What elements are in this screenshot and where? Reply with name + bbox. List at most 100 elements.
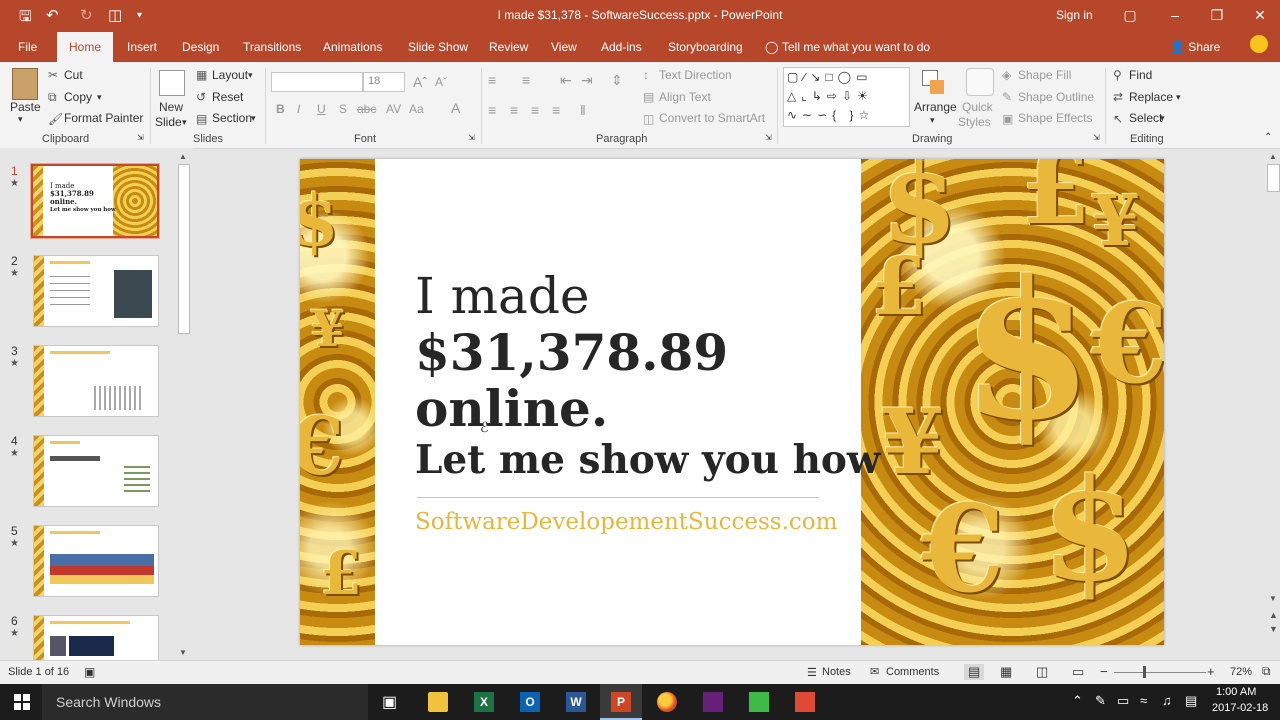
share-button[interactable]: 👤 Share: [1170, 40, 1220, 54]
windows-search-box[interactable]: Search Windows: [42, 684, 368, 720]
copy-dropdown-icon[interactable]: ▾: [97, 92, 102, 103]
drawing-launcher-icon[interactable]: ⇲: [1093, 133, 1100, 142]
visual-studio-icon[interactable]: [703, 692, 723, 712]
numbering-icon[interactable]: ≡: [522, 72, 530, 88]
select-dropdown-icon[interactable]: ▾: [1160, 113, 1165, 124]
tab-slideshow[interactable]: Slide Show: [408, 40, 468, 54]
tab-animations[interactable]: Animations: [323, 40, 382, 54]
text-shadow-icon[interactable]: S: [339, 102, 347, 116]
section-dropdown-icon[interactable]: ▾: [251, 113, 256, 124]
camtasia-icon[interactable]: [749, 692, 769, 712]
paste-dropdown-icon[interactable]: ▾: [18, 114, 23, 125]
align-right-icon[interactable]: ≡: [531, 102, 539, 118]
columns-icon[interactable]: ‖: [580, 102, 586, 118]
tab-view[interactable]: View: [551, 40, 577, 54]
layout-dropdown-icon[interactable]: ▾: [248, 70, 253, 81]
slide-thumbnail-5[interactable]: [33, 525, 159, 597]
align-center-icon[interactable]: ≡: [510, 102, 518, 118]
shape-fill-button[interactable]: Shape Fill: [1018, 68, 1071, 82]
clock-date[interactable]: 2017-02-18: [1212, 702, 1268, 714]
camtasia-recorder-icon[interactable]: [795, 692, 815, 712]
replace-dropdown-icon[interactable]: ▾: [1176, 92, 1181, 103]
tab-home[interactable]: Home: [57, 32, 114, 62]
scrollbar-thumb[interactable]: [178, 164, 190, 334]
tab-review[interactable]: Review: [489, 40, 528, 54]
scroll-up-icon[interactable]: ▲: [1269, 152, 1277, 161]
convert-smartart-button[interactable]: Convert to SmartArt: [659, 111, 765, 125]
slide-thumbnail-3[interactable]: [33, 345, 159, 417]
pen-icon[interactable]: ✎: [1095, 693, 1106, 709]
format-painter-button[interactable]: Format Painter: [64, 111, 143, 125]
font-name-combo[interactable]: [271, 72, 363, 92]
new-slide-icon[interactable]: [159, 70, 185, 96]
file-explorer-icon[interactable]: [428, 692, 448, 712]
bold-icon[interactable]: B: [276, 102, 285, 116]
increase-font-size-icon[interactable]: Aˆ: [413, 74, 427, 90]
arrange-button[interactable]: Arrange: [914, 100, 957, 114]
quick-styles-icon[interactable]: [966, 68, 994, 96]
show-hidden-icons[interactable]: ⌃: [1072, 693, 1083, 709]
line-spacing-icon[interactable]: ⇕: [611, 72, 623, 89]
scroll-down-icon[interactable]: ▼: [1269, 594, 1277, 603]
fit-to-window-icon[interactable]: ⧉: [1262, 664, 1271, 679]
ribbon-display-options-icon[interactable]: ▢: [1115, 4, 1145, 26]
wifi-icon[interactable]: ≈: [1140, 693, 1147, 708]
slide-title-line-1[interactable]: I made: [415, 267, 589, 325]
clipboard-launcher-icon[interactable]: ⇲: [137, 133, 144, 142]
quick-styles-label-1[interactable]: Quick: [962, 100, 993, 114]
volume-icon[interactable]: ♫: [1162, 693, 1172, 708]
increase-indent-icon[interactable]: ⇥: [581, 72, 593, 89]
maximize-button[interactable]: ❐: [1202, 4, 1232, 26]
spell-check-icon[interactable]: ▣: [84, 665, 95, 679]
align-text-button[interactable]: Align Text: [659, 90, 711, 104]
sign-in-link[interactable]: Sign in: [1056, 8, 1093, 22]
slide-subtitle[interactable]: Let me show you how: [415, 437, 881, 483]
reset-button[interactable]: Reset: [212, 90, 243, 104]
layout-button[interactable]: Layout: [212, 68, 248, 82]
tab-addins[interactable]: Add-ins: [601, 40, 642, 54]
justify-icon[interactable]: ≡: [552, 102, 560, 118]
quick-styles-label-2[interactable]: Styles: [958, 115, 991, 129]
shapes-gallery[interactable]: ▢∕↘□◯▭ △⌞↳⇨⇩☀ ∿∼∽{ }☆: [783, 67, 910, 127]
text-direction-button[interactable]: Text Direction: [659, 68, 732, 82]
cut-button[interactable]: Cut: [64, 68, 83, 82]
slide-thumbnail-2[interactable]: [33, 255, 159, 327]
shape-row-2[interactable]: △⌞↳⇨⇩☀: [787, 89, 873, 103]
zoom-in-icon[interactable]: +: [1207, 664, 1215, 679]
reading-view-icon[interactable]: ◫: [1036, 664, 1048, 680]
slide-sorter-icon[interactable]: ▦: [1000, 664, 1012, 680]
new-slide-dropdown-icon[interactable]: ▾: [182, 117, 187, 128]
slide-title-line-2[interactable]: $31,378.89: [415, 323, 728, 382]
slide-scrollbar[interactable]: ▲ ▼ ▲ ▼: [1266, 150, 1280, 660]
new-slide-label-2[interactable]: Slide: [155, 115, 182, 129]
scrollbar-thumb[interactable]: [1267, 164, 1280, 192]
shape-effects-button[interactable]: Shape Effects: [1018, 111, 1093, 125]
shape-row-1[interactable]: ▢∕↘□◯▭: [787, 70, 872, 84]
close-button[interactable]: ✕: [1245, 4, 1275, 26]
font-color-icon[interactable]: A: [451, 100, 460, 116]
slide-thumbnail-4[interactable]: [33, 435, 159, 507]
task-view-icon[interactable]: ▣: [382, 692, 397, 712]
change-case-icon[interactable]: Aa: [409, 102, 424, 116]
new-slide-label-1[interactable]: New: [159, 100, 183, 114]
minimize-button[interactable]: –: [1160, 4, 1190, 26]
copy-button[interactable]: Copy: [64, 90, 92, 104]
tab-file[interactable]: File: [18, 40, 37, 54]
find-button[interactable]: Find: [1129, 68, 1152, 82]
tell-me-search[interactable]: Tell me what you want to do: [782, 40, 930, 54]
windows-start-icon[interactable]: [14, 694, 30, 710]
feedback-smiley-icon[interactable]: [1250, 35, 1268, 53]
underline-icon[interactable]: U: [317, 102, 326, 116]
slideshow-view-icon[interactable]: ▭: [1072, 664, 1084, 680]
excel-icon[interactable]: X: [474, 692, 494, 712]
italic-icon[interactable]: I: [297, 102, 300, 116]
arrange-dropdown-icon[interactable]: ▾: [930, 115, 935, 126]
tab-design[interactable]: Design: [182, 40, 219, 54]
character-spacing-icon[interactable]: AV: [386, 102, 401, 116]
font-launcher-icon[interactable]: ⇲: [468, 133, 475, 142]
align-left-icon[interactable]: ≡: [488, 102, 496, 118]
shape-outline-button[interactable]: Shape Outline: [1018, 90, 1094, 104]
previous-slide-icon[interactable]: ▲: [1269, 610, 1278, 620]
zoom-level[interactable]: 72%: [1230, 666, 1252, 678]
powerpoint-icon[interactable]: P: [611, 692, 631, 712]
